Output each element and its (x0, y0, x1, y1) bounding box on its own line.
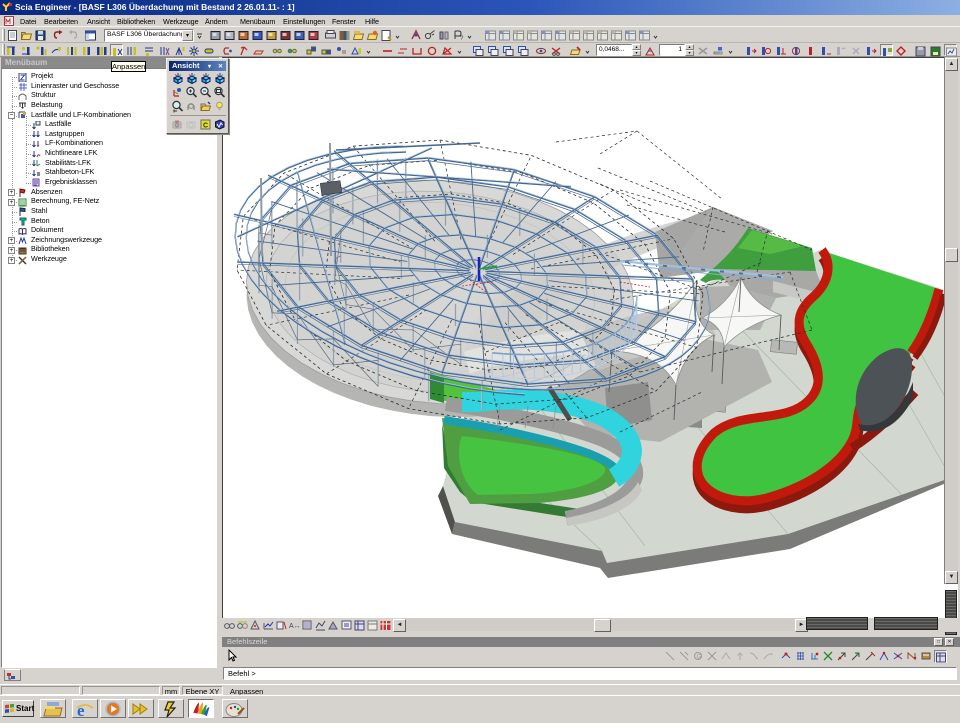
svg-text:A↔: A↔ (289, 623, 301, 630)
svg-text:?: ? (460, 36, 464, 42)
svg-text:G: G (697, 655, 702, 661)
svg-text:C: C (203, 123, 208, 130)
svg-text:e: e (77, 701, 85, 718)
